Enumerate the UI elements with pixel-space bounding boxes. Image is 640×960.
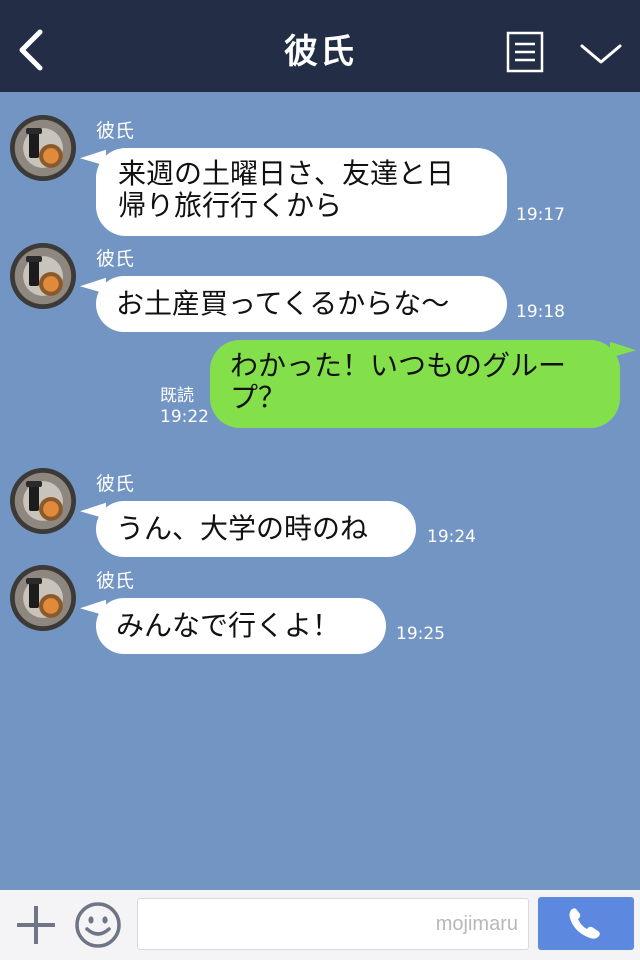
phone-icon — [569, 908, 600, 939]
read-receipt: 既読 19:22 — [160, 386, 209, 428]
call-button[interactable] — [538, 897, 634, 950]
avatar[interactable] — [10, 468, 76, 534]
message-text: うん、大学の時のね — [116, 512, 369, 545]
collapse-button[interactable] — [578, 36, 624, 70]
sticker-button[interactable] — [74, 901, 122, 949]
chat-title: 彼氏 — [284, 32, 356, 72]
sender-name: 彼氏 — [96, 473, 135, 495]
message-text-line: わかった！いつものグルー — [230, 349, 567, 382]
menu-button[interactable] — [506, 31, 544, 73]
composer-bar — [0, 890, 640, 960]
message-bubble[interactable]: お土産買ってくるからな〜 — [96, 276, 507, 332]
message-bubble[interactable]: 来週の土曜日さ、友達と日 帰り旅行行くから — [96, 148, 507, 236]
smiley-icon — [75, 902, 121, 948]
message-text-line: 帰り旅行行くから — [118, 189, 343, 222]
message-time: 19:24 — [427, 527, 476, 547]
sender-name: 彼氏 — [96, 570, 135, 592]
plus-icon — [17, 906, 55, 944]
document-icon — [506, 31, 544, 73]
avatar[interactable] — [10, 565, 76, 631]
message-time: 19:25 — [396, 624, 445, 644]
message-time: 19:22 — [160, 407, 209, 427]
sender-name: 彼氏 — [96, 120, 135, 142]
sender-name: 彼氏 — [96, 248, 135, 270]
add-button[interactable] — [14, 903, 58, 947]
message-bubble[interactable]: うん、大学の時のね — [96, 501, 416, 557]
message-text: みんなで行くよ！ — [116, 609, 341, 642]
message-time: 19:18 — [516, 302, 565, 322]
message-text-line: 来週の土曜日さ、友達と日 — [118, 157, 455, 190]
message-input[interactable] — [137, 898, 529, 950]
message-text-line: プ？ — [230, 381, 287, 414]
read-status: 既読 — [160, 386, 194, 406]
chat-header: 彼氏 — [0, 0, 640, 92]
message-text: お土産買ってくるからな〜 — [116, 287, 450, 320]
avatar[interactable] — [10, 115, 76, 181]
message-bubble-outgoing[interactable]: わかった！いつものグルー プ？ — [210, 340, 620, 428]
avatar[interactable] — [10, 243, 76, 309]
chevron-down-icon — [580, 44, 622, 64]
message-time: 19:17 — [516, 205, 565, 225]
message-bubble[interactable]: みんなで行くよ！ — [96, 598, 386, 654]
